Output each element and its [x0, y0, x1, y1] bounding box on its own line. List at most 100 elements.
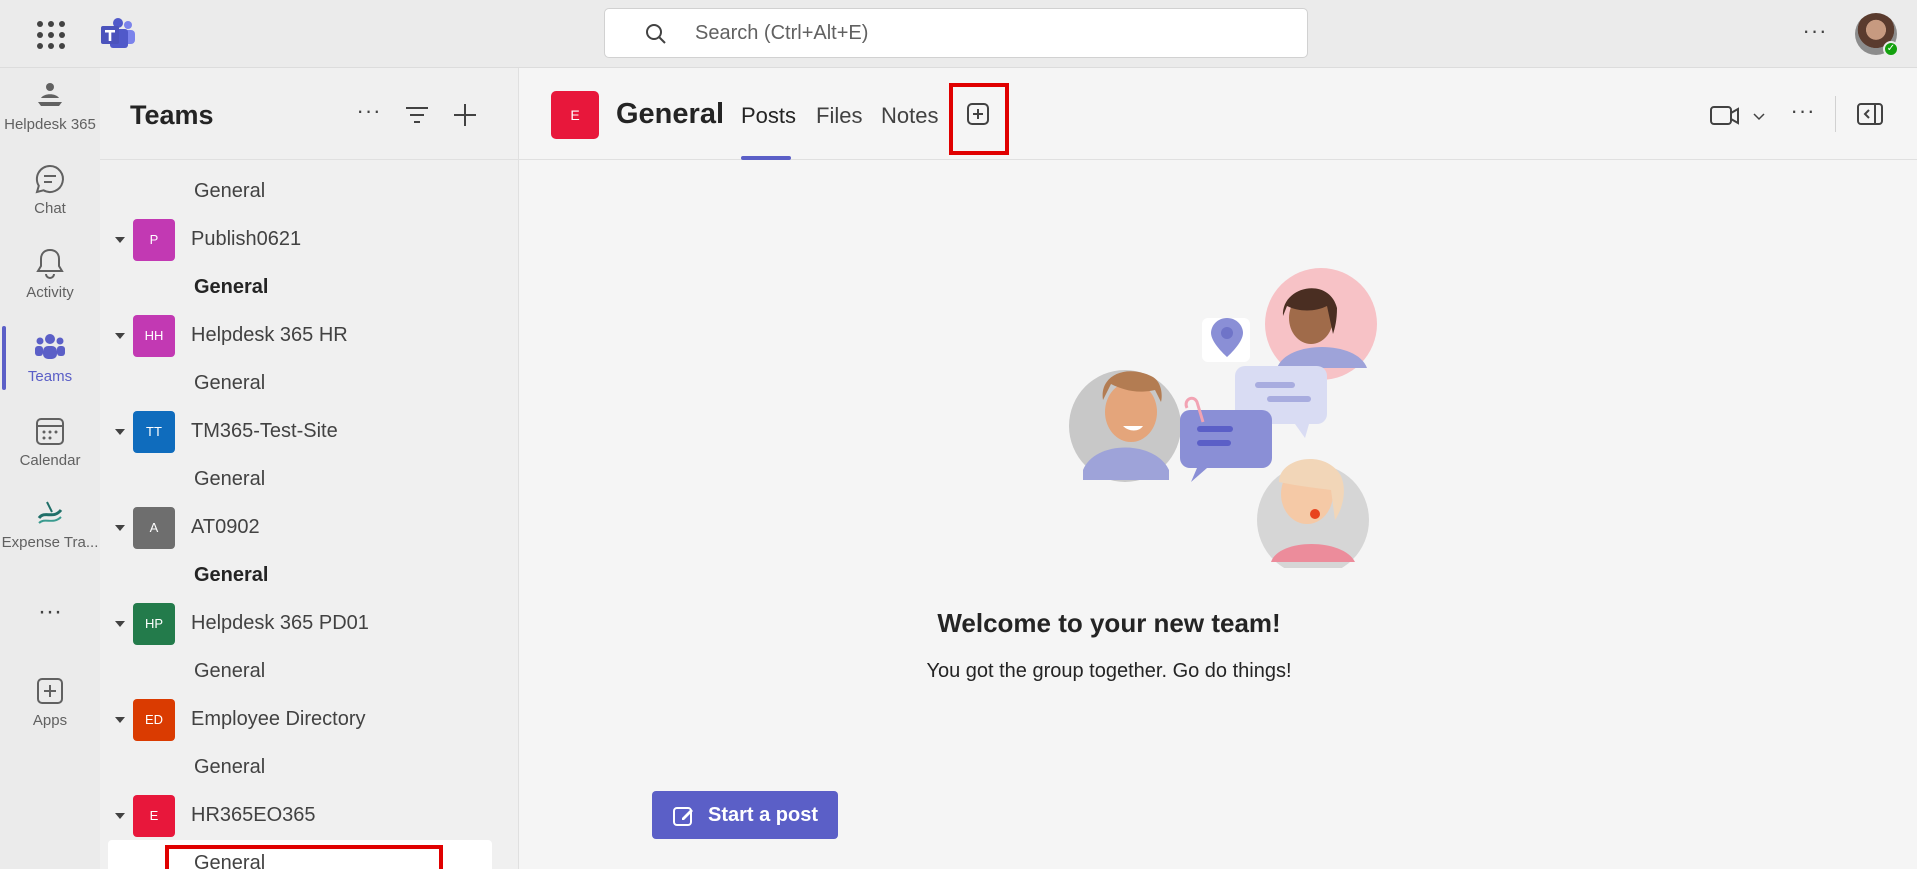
tab-notes[interactable]: Notes [881, 103, 938, 129]
rail-label: Teams [27, 368, 73, 385]
channel-name: General [194, 180, 266, 202]
rail-label: Chat [34, 200, 66, 217]
compose-icon [673, 807, 693, 826]
bell-icon [36, 248, 64, 279]
team-name: Publish0621 [191, 228, 302, 250]
channel-name: General [194, 372, 266, 394]
status-available-icon: ✓ [1883, 41, 1899, 57]
search-icon [646, 24, 666, 44]
rail-item-teams[interactable]: Teams [0, 320, 100, 400]
teams-logo-icon [101, 18, 135, 48]
rail-item-expense-tracker[interactable]: Expense Tra... [0, 486, 100, 566]
calendar-icon [36, 418, 64, 445]
channel-item[interactable]: General [100, 552, 518, 600]
app-launcher-icon[interactable] [34, 18, 65, 49]
chevron-down-icon[interactable] [114, 234, 126, 246]
team-item[interactable]: P Publish0621 [100, 216, 518, 264]
add-tab-icon [967, 103, 989, 125]
teams-icon [35, 334, 65, 359]
channel-item[interactable]: General [100, 744, 518, 792]
teams-panel-header: Teams ··· [100, 68, 518, 160]
team-name: AT0902 [191, 516, 260, 538]
meet-video-icon[interactable] [1709, 102, 1769, 130]
chevron-down-icon[interactable] [114, 426, 126, 438]
rail-label: Apps [32, 712, 68, 729]
channel-name: General [194, 852, 266, 869]
teams-more-icon[interactable]: ··· [352, 98, 386, 132]
rail-label: Expense Tra... [1, 534, 99, 551]
team-item[interactable]: ED Employee Directory [100, 696, 518, 744]
channel-name: General [194, 564, 269, 586]
welcome-subtitle: You got the group together. Go do things… [926, 660, 1292, 682]
team-name: Employee Directory [191, 708, 366, 730]
apps-icon [37, 678, 63, 704]
side-panel-toggle-icon[interactable] [1856, 100, 1884, 128]
channel-item[interactable]: General [100, 456, 518, 504]
user-avatar[interactable]: ✓ [1855, 13, 1899, 57]
channel-name: General [194, 756, 266, 778]
channel-header: E General Posts Files Notes ··· [519, 68, 1917, 160]
team-avatar: HP [133, 603, 175, 645]
helpdesk-icon [38, 83, 62, 106]
team-avatar: ED [133, 699, 175, 741]
chevron-down-icon[interactable] [114, 618, 126, 630]
chat-icon [35, 164, 64, 194]
channel-name: General [194, 276, 269, 298]
more-options-icon[interactable]: ··· [1798, 18, 1832, 48]
chevron-down-icon[interactable] [114, 330, 126, 342]
welcome-illustration [1069, 268, 1377, 568]
chevron-down-icon[interactable] [114, 714, 126, 726]
team-avatar: TT [133, 411, 175, 453]
team-name: HR365EO365 [191, 804, 316, 826]
team-name: Helpdesk 365 HR [191, 324, 348, 346]
header-divider [1835, 96, 1836, 132]
start-post-label: Start a post [708, 803, 819, 826]
rail-label: Activity [26, 284, 74, 301]
channel-item[interactable]: General [100, 360, 518, 408]
top-bar: ··· ✓ [0, 0, 1917, 68]
add-team-icon[interactable] [448, 98, 482, 132]
chevron-down-icon[interactable] [114, 522, 126, 534]
rail-item-helpdesk-365[interactable]: Helpdesk 365 [0, 68, 100, 148]
expense-icon [37, 501, 63, 524]
channel-team-avatar: E [551, 91, 599, 139]
team-name: TM365-Test-Site [191, 420, 338, 442]
chevron-down-icon[interactable] [114, 810, 126, 822]
team-item[interactable]: E HR365EO365 [100, 792, 518, 840]
tab-posts[interactable]: Posts [741, 103, 796, 129]
channel-main: E General Posts Files Notes ··· Welcome … [519, 68, 1917, 869]
app-rail: Helpdesk 365 Chat Activity Teams Calenda… [0, 68, 100, 869]
panel-title: Teams [130, 100, 214, 130]
rail-item-calendar[interactable]: Calendar [0, 404, 100, 484]
welcome-title: Welcome to your new team! [937, 608, 1281, 638]
team-item[interactable]: TT TM365-Test-Site [100, 408, 518, 456]
team-avatar: P [133, 219, 175, 261]
teams-panel: Teams ··· General P Publish0621 General HH He… [100, 68, 519, 869]
rail-item-chat[interactable]: Chat [0, 152, 100, 232]
team-avatar: HH [133, 315, 175, 357]
team-avatar: E [133, 795, 175, 837]
more-apps-icon[interactable]: ··· [30, 598, 70, 628]
rail-item-apps[interactable]: Apps [0, 664, 100, 744]
rail-label: Calendar [19, 452, 81, 469]
channel-item[interactable]: General [100, 264, 518, 312]
channel-name: General [194, 660, 266, 682]
search-box[interactable] [604, 8, 1308, 58]
channel-item-selected[interactable]: General [100, 840, 518, 869]
rail-item-activity[interactable]: Activity [0, 236, 100, 316]
add-tab-button[interactable] [949, 83, 1009, 155]
team-item[interactable]: A AT0902 [100, 504, 518, 552]
team-avatar: A [133, 507, 175, 549]
rail-label: Helpdesk 365 [4, 116, 96, 133]
channel-name: General [194, 468, 266, 490]
channel-item[interactable]: General [100, 168, 518, 216]
tab-files[interactable]: Files [816, 103, 862, 129]
channel-more-icon[interactable]: ··· [1786, 98, 1820, 128]
team-item[interactable]: HH Helpdesk 365 HR [100, 312, 518, 360]
channel-item[interactable]: General [100, 648, 518, 696]
team-item[interactable]: HP Helpdesk 365 PD01 [100, 600, 518, 648]
search-input[interactable] [695, 19, 1275, 47]
filter-icon[interactable] [400, 98, 434, 132]
active-tab-indicator [741, 156, 791, 160]
start-post-button[interactable]: Start a post [652, 791, 838, 839]
